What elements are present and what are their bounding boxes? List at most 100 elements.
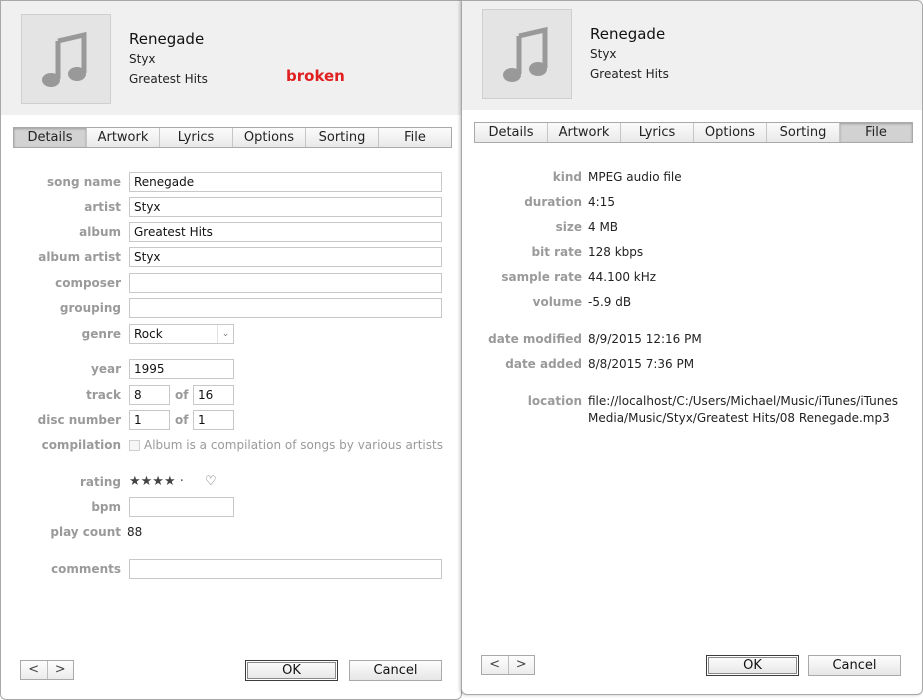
ok-button[interactable]: OK <box>245 660 338 681</box>
cancel-button[interactable]: Cancel <box>808 655 901 676</box>
size-label: size <box>555 220 582 234</box>
bit-rate-label: bit rate <box>531 245 582 259</box>
volume-label: volume <box>532 295 582 309</box>
artist-label: artist <box>84 200 121 214</box>
album-field[interactable]: Greatest Hits <box>129 222 442 242</box>
play-count-row: play count 88 <box>1 522 461 542</box>
kind-label: kind <box>552 170 582 184</box>
genre-value: Rock <box>134 327 163 341</box>
date-added-value: 8/8/2015 7:36 PM <box>588 357 695 371</box>
prev-next-buttons: < > <box>481 655 535 675</box>
tab-options[interactable]: Options <box>694 123 767 142</box>
tab-bar: Details Artwork Lyrics Options Sorting F… <box>474 122 913 143</box>
tab-lyrics[interactable]: Lyrics <box>160 128 233 147</box>
song-name-row: song name Renegade <box>1 172 461 192</box>
date-added-label: date added <box>505 357 582 371</box>
music-note-icon <box>42 31 87 87</box>
year-row: year 1995 <box>1 359 461 379</box>
genre-row: genre Rock ⌄ <box>1 324 461 344</box>
disc-number-field[interactable]: 1 <box>129 410 170 430</box>
comments-label: comments <box>51 562 121 576</box>
next-button[interactable]: > <box>48 661 74 679</box>
tab-sorting[interactable]: Sorting <box>306 128 379 147</box>
song-artist: Styx <box>590 47 617 61</box>
compilation-label: compilation <box>41 438 121 452</box>
composer-field[interactable] <box>129 273 442 293</box>
play-count-value: 88 <box>127 525 143 539</box>
disc-row: disc number 1 of 1 <box>1 410 461 430</box>
location-line-2: Media/Music/Styx/Greatest Hits/08 Renega… <box>588 411 890 425</box>
dialog-header: Renegade Styx Greatest Hits <box>462 1 922 110</box>
song-album: Greatest Hits <box>129 72 208 86</box>
song-info-dialog-file: Renegade Styx Greatest Hits Details Artw… <box>461 0 923 695</box>
bpm-field[interactable] <box>129 497 234 517</box>
grouping-row: grouping <box>1 298 461 318</box>
song-title: Renegade <box>590 25 666 43</box>
comments-row: comments <box>1 559 461 579</box>
kind-value: MPEG audio file <box>588 170 682 184</box>
music-note-icon <box>503 26 548 82</box>
tab-file[interactable]: File <box>379 128 451 147</box>
comments-field[interactable] <box>129 559 442 579</box>
album-artwork-placeholder[interactable] <box>21 14 111 104</box>
disc-total-field[interactable]: 1 <box>193 410 234 430</box>
tab-file[interactable]: File <box>840 123 912 142</box>
bpm-row: bpm <box>1 497 461 517</box>
album-artwork-placeholder[interactable] <box>482 9 572 99</box>
location-label: location <box>527 394 582 408</box>
album-artist-field[interactable]: Styx <box>129 247 442 267</box>
heart-icon[interactable]: ♡ <box>205 472 217 492</box>
size-value: 4 MB <box>588 220 619 234</box>
song-name-label: song name <box>47 175 121 189</box>
sample-rate-value: 44.100 kHz <box>588 270 657 284</box>
ok-button[interactable]: OK <box>706 655 799 676</box>
rating-stars[interactable]: ★★★★ · <box>129 472 184 492</box>
tab-details[interactable]: Details <box>475 123 548 142</box>
tab-details[interactable]: Details <box>14 128 87 147</box>
sample-rate-label: sample rate <box>501 270 582 284</box>
bpm-label: bpm <box>91 500 121 514</box>
previous-button[interactable]: < <box>21 661 48 679</box>
compilation-text: Album is a compilation of songs by vario… <box>144 438 443 452</box>
track-total-field[interactable]: 16 <box>193 385 234 405</box>
album-artist-label: album artist <box>38 250 121 264</box>
prev-next-buttons: < > <box>20 660 74 680</box>
tab-artwork[interactable]: Artwork <box>548 123 621 142</box>
duration-value: 4:15 <box>588 195 615 209</box>
track-row: track 8 of 16 <box>1 385 461 405</box>
artist-row: artist Styx <box>1 197 461 217</box>
broken-annotation: broken <box>286 67 345 85</box>
tab-lyrics[interactable]: Lyrics <box>621 123 694 142</box>
composer-row: composer <box>1 273 461 293</box>
volume-value: -5.9 dB <box>588 295 632 309</box>
year-label: year <box>91 362 121 376</box>
year-field[interactable]: 1995 <box>129 359 234 379</box>
next-button[interactable]: > <box>509 656 535 674</box>
grouping-label: grouping <box>59 301 121 315</box>
date-modified-label: date modified <box>488 332 582 346</box>
song-info-dialog-details: Renegade Styx Greatest Hits broken Detai… <box>0 0 462 700</box>
artist-field[interactable]: Styx <box>129 197 442 217</box>
tab-bar: Details Artwork Lyrics Options Sorting F… <box>13 127 452 148</box>
rating-label: rating <box>80 475 121 489</box>
compilation-checkbox[interactable] <box>129 440 140 451</box>
track-number-field[interactable]: 8 <box>129 385 170 405</box>
disc-of-label: of <box>175 413 189 427</box>
song-artist: Styx <box>129 52 156 66</box>
cancel-button[interactable]: Cancel <box>349 660 442 681</box>
genre-label: genre <box>81 327 121 341</box>
previous-button[interactable]: < <box>482 656 509 674</box>
genre-dropdown[interactable]: Rock ⌄ <box>129 324 234 344</box>
album-label: album <box>79 225 121 239</box>
grouping-field[interactable] <box>129 298 442 318</box>
chevron-down-icon[interactable]: ⌄ <box>217 325 233 343</box>
disc-number-label: disc number <box>37 413 121 427</box>
track-of-label: of <box>175 388 189 402</box>
song-album: Greatest Hits <box>590 67 669 81</box>
tab-sorting[interactable]: Sorting <box>767 123 840 142</box>
track-label: track <box>86 388 121 402</box>
tab-options[interactable]: Options <box>233 128 306 147</box>
composer-label: composer <box>55 276 121 290</box>
song-name-field[interactable]: Renegade <box>129 172 442 192</box>
tab-artwork[interactable]: Artwork <box>87 128 160 147</box>
